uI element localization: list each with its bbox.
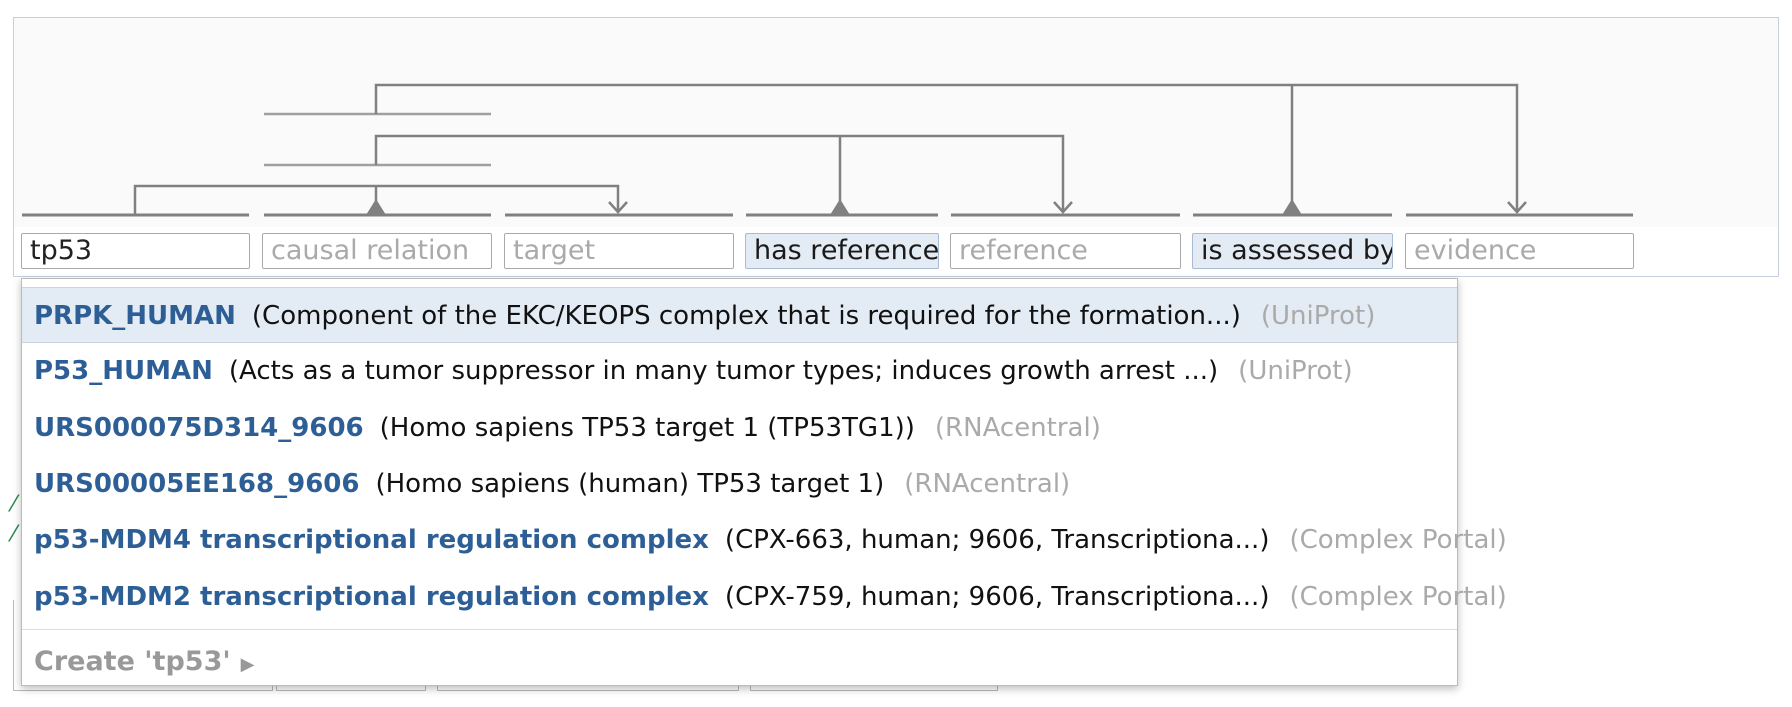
option-source: (UniProt) [1260,301,1376,331]
reference-input[interactable]: reference [950,233,1181,269]
causal-relation-input[interactable]: causal relation [262,233,492,269]
option-description: (Homo sapiens (human) TP53 target 1) [375,469,885,499]
option-name: p53-MDM2 transcriptional regulation comp… [34,582,709,612]
option-name: p53-MDM4 transcriptional regulation comp… [34,525,709,555]
connector-is-assessed-by [374,83,1519,210]
option-description: (Homo sapiens TP53 target 1 (TP53TG1)) [379,413,915,443]
is-assessed-by-relation[interactable]: is assessed by [1192,233,1393,269]
option-source: (RNAcentral) [904,469,1071,499]
option-name: P53_HUMAN [34,356,213,386]
option-description: (CPX-759, human; 9606, Transcriptiona...… [724,582,1270,612]
option-source: (UniProt) [1238,356,1353,386]
has-reference-relation[interactable]: has reference [745,233,939,269]
relation-triangle-marker [1282,199,1302,215]
evidence-input[interactable]: evidence [1405,233,1634,269]
subject-input[interactable]: tp53 [21,233,250,269]
option-source: (Complex Portal) [1289,525,1507,555]
option-name: PRPK_HUMAN [34,301,236,331]
connector-has-reference [374,134,1065,210]
autocomplete-option[interactable]: p53-MDM2 transcriptional regulation comp… [22,569,1507,625]
autocomplete-option[interactable]: p53-MDM4 transcriptional regulation comp… [22,512,1507,568]
autocomplete-option[interactable]: PRPK_HUMAN (Component of the EKC/KEOPS co… [22,287,1457,343]
option-description: (Acts as a tumor suppressor in many tumo… [228,356,1219,386]
option-description: (Component of the EKC/KEOPS complex that… [251,301,1241,331]
autocomplete-option[interactable]: URS00005EE168_9606 (Homo sapiens (human) … [22,456,1457,512]
option-name: URS00005EE168_9606 [34,469,360,499]
background-tick-icon: ⁄ [12,492,16,517]
option-source: (RNAcentral) [934,413,1101,443]
background-tick-icon: ⁄ [12,522,16,547]
relation-triangle-marker [830,199,850,215]
option-name: URS000075D314_9606 [34,413,364,443]
create-entry-label: Create 'tp53' [34,646,231,677]
dropdown-divider [22,629,1457,630]
autocomplete-option[interactable]: URS000075D314_9606 (Homo sapiens TP53 tar… [22,400,1457,456]
autocomplete-option[interactable]: P53_HUMAN (Acts as a tumor suppressor in … [22,343,1457,399]
target-input[interactable]: target [504,233,734,269]
triangle-right-icon: ▶ [240,654,255,675]
option-source: (Complex Portal) [1289,582,1507,612]
option-description: (CPX-663, human; 9606, Transcriptiona...… [724,525,1270,555]
create-entry-button[interactable]: Create 'tp53' ▶ [34,639,254,688]
autocomplete-dropdown: PRPK_HUMAN (Component of the EKC/KEOPS co… [21,278,1507,688]
relation-triangle-marker [366,199,386,215]
